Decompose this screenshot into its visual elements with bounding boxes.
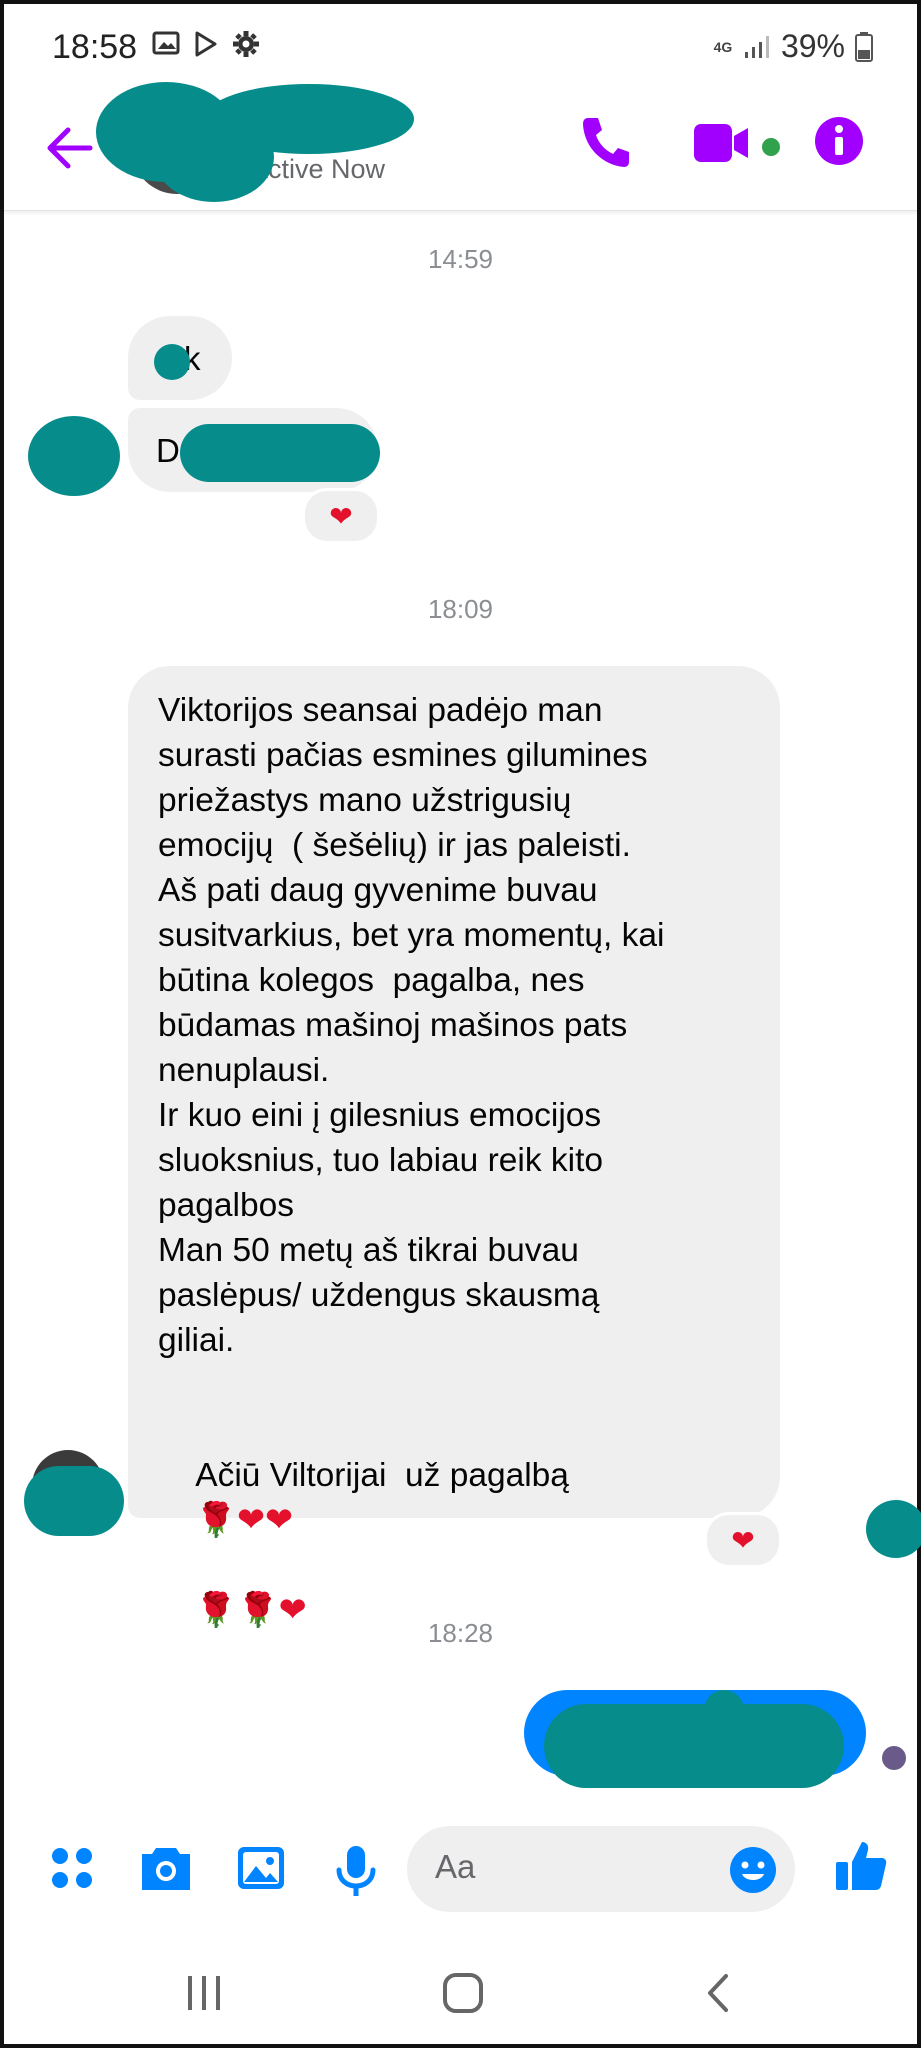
- thumbs-up-icon[interactable]: [834, 1838, 888, 1894]
- info-icon[interactable]: [814, 116, 864, 166]
- network-type: 4G: [713, 38, 733, 55]
- emoji-smiley-icon[interactable]: [729, 1846, 777, 1894]
- redaction-mark: [154, 344, 190, 380]
- system-nav-bar: [4, 1934, 917, 2044]
- timestamp: 18:09: [427, 594, 494, 624]
- timestamp: 14:59: [427, 244, 494, 274]
- camera-icon[interactable]: [138, 1844, 194, 1892]
- message-input-placeholder: Aa: [435, 1848, 476, 1885]
- recent-apps-icon[interactable]: [184, 1974, 224, 2012]
- heart-reaction[interactable]: ❤: [302, 488, 380, 544]
- settings-gear-icon: [233, 31, 259, 57]
- gallery-image-icon[interactable]: [236, 1844, 286, 1892]
- signal-icon: [744, 35, 769, 58]
- play-store-icon: [195, 31, 217, 57]
- timestamp: 18:28: [427, 1618, 494, 1648]
- status-bar: 18:58 4G 39%: [4, 4, 917, 92]
- message-bubble-long[interactable]: Viktorijos seansai padėjo man surasti pa…: [128, 666, 780, 1629]
- back-arrow-icon[interactable]: [40, 118, 100, 178]
- battery-percent: 39%: [780, 28, 845, 64]
- redaction-mark: [704, 1690, 744, 1750]
- apps-grid-icon[interactable]: [48, 1844, 96, 1892]
- back-nav-icon[interactable]: [704, 1972, 734, 2014]
- redaction-mark: [28, 416, 120, 496]
- heart-reaction[interactable]: ❤: [704, 1512, 782, 1568]
- video-call-icon[interactable]: [692, 120, 756, 166]
- message-input[interactable]: Aa: [407, 1826, 795, 1912]
- microphone-icon[interactable]: [334, 1844, 378, 1898]
- composer-bar: Aa: [4, 1822, 917, 1922]
- status-time: 18:58: [52, 28, 138, 66]
- online-dot: [762, 138, 780, 156]
- seen-indicator-icon: [882, 1746, 906, 1770]
- home-icon[interactable]: [442, 1972, 484, 2014]
- phone-call-icon[interactable]: [580, 114, 632, 170]
- emoji-rose-hearts: 🌹❤❤: [195, 1502, 294, 1539]
- battery-icon: [855, 31, 873, 62]
- redaction-mark: [204, 84, 414, 154]
- chat-header: G Active Now: [4, 82, 917, 211]
- redaction-mark: [866, 1500, 921, 1558]
- redaction-mark: [544, 1704, 844, 1788]
- redaction-mark: [24, 1466, 124, 1536]
- notification-image-icon: [152, 31, 180, 55]
- message-text: D: [156, 432, 180, 469]
- message-text: Viktorijos seansai padėjo man surasti pa…: [158, 692, 665, 1359]
- redaction-mark: [180, 424, 380, 482]
